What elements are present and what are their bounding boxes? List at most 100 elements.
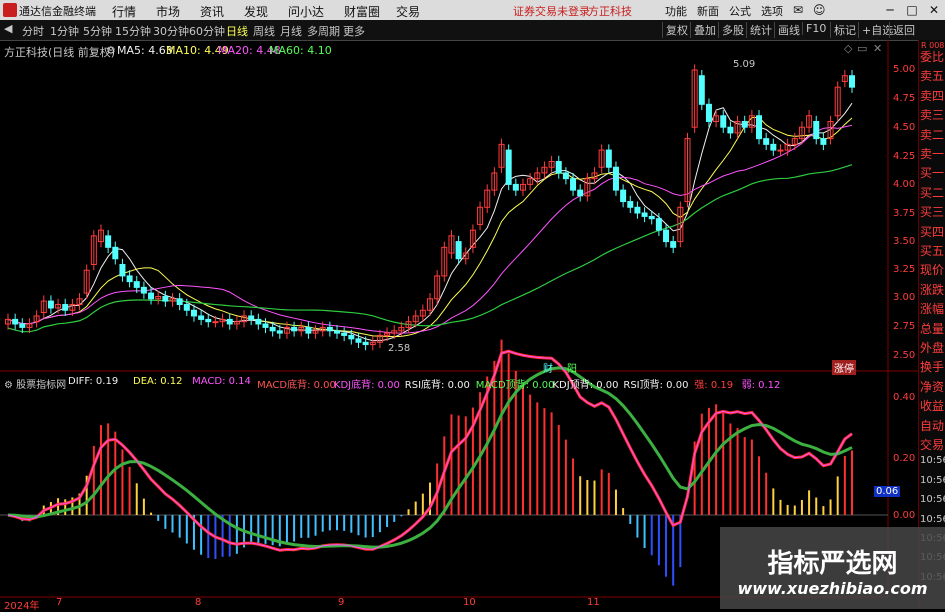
candle bbox=[505, 144, 512, 191]
candle bbox=[169, 293, 176, 307]
candle bbox=[198, 310, 205, 326]
price-axis-label: 2.75 bbox=[893, 321, 916, 332]
candle-layer bbox=[5, 64, 855, 351]
side-panel-item[interactable]: 卖五 bbox=[920, 67, 944, 84]
side-panel-item[interactable]: 10:56 bbox=[920, 455, 945, 466]
side-panel-item[interactable]: 外盘 bbox=[920, 339, 944, 356]
side-panel-item[interactable]: 现价 bbox=[920, 261, 944, 278]
side-panel-item[interactable]: 10:56 bbox=[920, 494, 945, 505]
candle bbox=[12, 313, 19, 330]
candle bbox=[62, 298, 69, 316]
side-panel-item[interactable]: 自动 bbox=[920, 417, 944, 434]
side-panel-item[interactable]: 总量 bbox=[920, 320, 944, 337]
candle bbox=[334, 325, 341, 339]
candle bbox=[448, 230, 455, 259]
candle bbox=[33, 310, 40, 328]
side-panel-item[interactable]: 10:56 bbox=[920, 514, 945, 525]
candle bbox=[498, 138, 505, 173]
candle bbox=[612, 161, 619, 196]
gear-icon[interactable]: ⚙ bbox=[106, 44, 116, 57]
candle bbox=[162, 290, 169, 307]
side-panel-item[interactable]: 委比 bbox=[920, 48, 944, 65]
ind-axis-000: 0.00 bbox=[893, 510, 916, 521]
side-panel-item[interactable]: 买一 bbox=[920, 164, 944, 181]
candle bbox=[720, 110, 727, 133]
side-panel-item[interactable]: 买二 bbox=[920, 184, 944, 201]
candle bbox=[226, 313, 233, 330]
indicator-value: KDJ顶背: 0.00 bbox=[552, 380, 619, 391]
stock-name: 方正科技(日线 前复权) bbox=[4, 46, 116, 59]
zoom-icon[interactable]: ▭ bbox=[857, 42, 867, 55]
price-axis-label: 4.00 bbox=[893, 179, 916, 190]
side-panel-item[interactable]: 卖一 bbox=[920, 145, 944, 162]
candle bbox=[820, 132, 827, 151]
side-panel-item[interactable]: 卖四 bbox=[920, 87, 944, 104]
price-axis-label: 4.75 bbox=[893, 93, 916, 104]
watermark-title: 指标严选网 bbox=[767, 549, 898, 579]
price-axis-label: 3.50 bbox=[893, 236, 916, 247]
candle bbox=[570, 172, 577, 196]
candle bbox=[305, 321, 312, 339]
candle bbox=[727, 121, 734, 139]
expand-icon[interactable]: ◇ bbox=[844, 42, 852, 55]
side-panel-item[interactable]: 买五 bbox=[920, 242, 944, 259]
candle bbox=[40, 295, 47, 319]
side-panel-item[interactable]: 10:56 bbox=[920, 475, 945, 486]
candle bbox=[512, 178, 519, 196]
side-panel-item[interactable]: 买三 bbox=[920, 203, 944, 220]
quote-side-panel: R 008 委比 卖五 卖四 卖三 卖二 卖一 买一 买二 买三 买四 买五 现价 涨跌 涨幅 总量 外盘 换手… bbox=[918, 40, 945, 609]
indicator-value: 弱: 0.12 bbox=[741, 380, 781, 391]
side-panel-item[interactable]: 交易 bbox=[920, 436, 944, 453]
candle bbox=[219, 313, 226, 328]
watermark: 指标严选网 www.xuezhibiao.com bbox=[720, 527, 945, 609]
candle bbox=[698, 70, 705, 111]
candle bbox=[76, 293, 83, 311]
high-price-label: 5.09 bbox=[733, 59, 756, 70]
candle bbox=[519, 178, 526, 196]
ind-axis-020: 0.20 bbox=[893, 453, 916, 464]
candle bbox=[255, 313, 262, 330]
candle bbox=[233, 315, 240, 330]
ind-axis-040: 0.40 bbox=[893, 392, 916, 403]
candle bbox=[670, 235, 677, 254]
candle bbox=[47, 295, 54, 314]
limit-up-tag[interactable]: 涨停 bbox=[832, 360, 856, 375]
x-label-nov: 11 bbox=[587, 597, 600, 608]
candle bbox=[562, 167, 569, 185]
side-panel-item[interactable]: 卖二 bbox=[920, 126, 944, 143]
indicator-value: DEA: 0.12 bbox=[133, 376, 183, 387]
candle bbox=[806, 110, 813, 133]
candle bbox=[634, 201, 641, 219]
close-panel-icon[interactable]: ✕ bbox=[873, 42, 882, 55]
cai-tag[interactable]: 财 bbox=[541, 360, 555, 375]
side-panel-item[interactable]: 净资 bbox=[920, 378, 944, 395]
candle bbox=[620, 184, 627, 208]
candle bbox=[441, 241, 448, 282]
candle bbox=[119, 258, 126, 282]
side-panel-item[interactable]: 收益 bbox=[920, 397, 944, 414]
side-panel-item[interactable]: 买四 bbox=[920, 223, 944, 240]
side-panel-item[interactable]: 涨幅 bbox=[920, 300, 944, 317]
side-panel-item[interactable]: 涨跌 bbox=[920, 281, 944, 298]
candle bbox=[105, 230, 112, 254]
candle bbox=[341, 327, 348, 342]
price-axis-label: 3.75 bbox=[893, 208, 916, 219]
candle bbox=[841, 70, 848, 88]
side-panel-item[interactable]: 换手 bbox=[920, 358, 944, 375]
yang-tag[interactable]: 阳 bbox=[565, 360, 579, 375]
candle bbox=[212, 315, 219, 328]
candle bbox=[849, 70, 855, 93]
kline-chart[interactable] bbox=[0, 0, 945, 609]
side-panel-item[interactable]: 卖三 bbox=[920, 106, 944, 123]
low-price-label: 2.58 bbox=[388, 343, 411, 354]
candle bbox=[598, 144, 605, 173]
candle bbox=[140, 281, 147, 299]
x-label-oct: 10 bbox=[463, 597, 476, 608]
price-axis-label: 4.25 bbox=[893, 151, 916, 162]
candle bbox=[684, 132, 691, 208]
candle bbox=[691, 64, 698, 133]
candle bbox=[548, 155, 555, 173]
candle bbox=[434, 270, 441, 305]
gear-icon[interactable]: ⚙ bbox=[4, 380, 13, 391]
indicator-value: RSI顶背: 0.00 bbox=[623, 380, 689, 391]
